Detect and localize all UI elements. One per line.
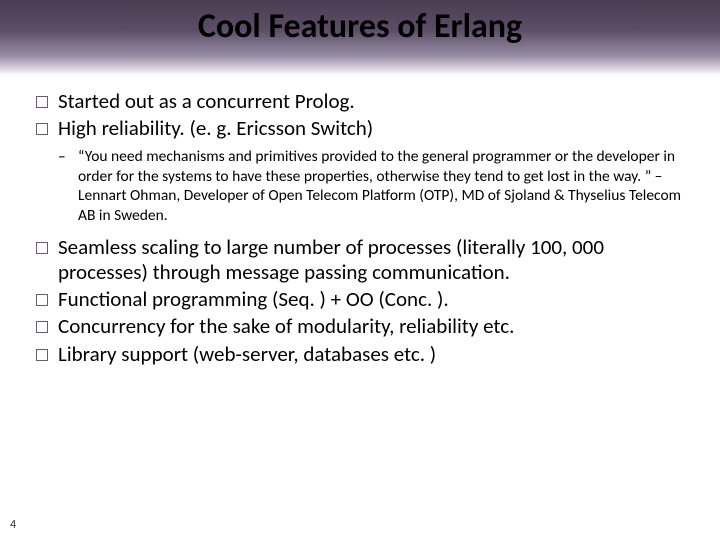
bullet-item: Concurrency for the sake of modularity, … [30, 314, 690, 339]
slide-content: Started out as a concurrent Prolog. High… [0, 75, 720, 367]
bullet-item: Seamless scaling to large number of proc… [30, 235, 690, 285]
title-band: Cool Features of Erlang [0, 0, 720, 75]
sub-bullet-list: “You need mechanisms and primitives prov… [58, 147, 690, 225]
slide-title: Cool Features of Erlang [198, 6, 522, 47]
bullet-item: High reliability. (e. g. Ericsson Switch… [30, 116, 690, 141]
bullet-item: Library support (web-server, databases e… [30, 342, 690, 367]
bullet-list: Seamless scaling to large number of proc… [30, 235, 690, 367]
bullet-item: Functional programming (Seq. ) + OO (Con… [30, 287, 690, 312]
bullet-list: Started out as a concurrent Prolog. High… [30, 89, 690, 141]
page-number: 4 [10, 518, 16, 532]
bullet-item: Started out as a concurrent Prolog. [30, 89, 690, 114]
sub-bullet-item: “You need mechanisms and primitives prov… [58, 147, 690, 225]
